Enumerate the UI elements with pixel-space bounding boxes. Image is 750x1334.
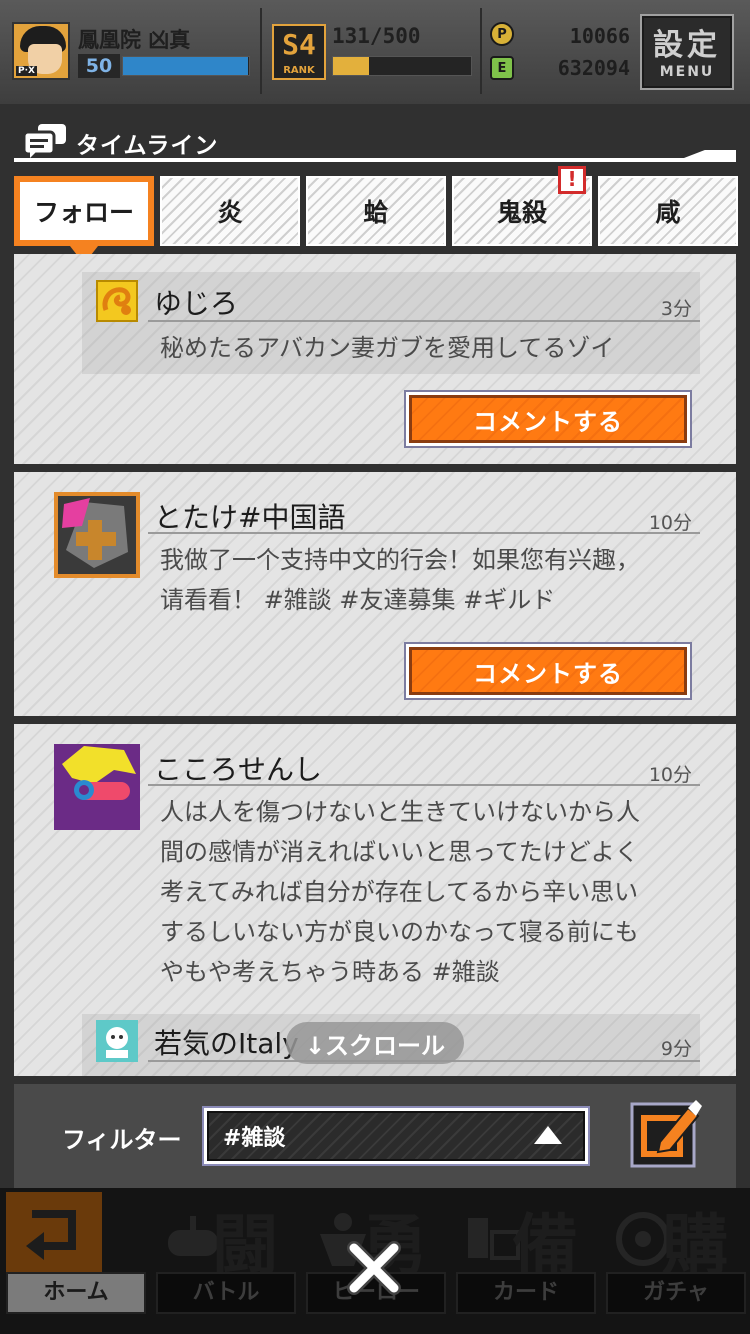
settings-sublabel: MENU xyxy=(659,64,715,80)
avatar-corner-tag: P·X xyxy=(16,66,37,76)
post-body-line: 请看看！ #雑談 #友達募集 #ギルド xyxy=(160,586,556,614)
user-avatar[interactable] xyxy=(96,280,138,322)
rank-word: RANK xyxy=(283,65,315,76)
chat-bubbles-icon xyxy=(22,124,66,158)
post-divider xyxy=(148,320,700,322)
user-avatar[interactable] xyxy=(96,1020,138,1062)
timeline-title: タイムライン xyxy=(76,133,219,159)
settings-button[interactable]: 設定 MENU xyxy=(640,14,734,90)
settings-label: 設定 xyxy=(653,28,721,63)
post-body-line: 考えてみれば自分が存在してるから辛い思い xyxy=(160,878,639,906)
p-coin-icon: P xyxy=(490,22,514,46)
e-coin-value: 632094 xyxy=(557,56,630,80)
post-body-line: するしいない方が良いのかなって寝る前にも xyxy=(160,918,639,946)
player-level: 50 xyxy=(78,54,120,78)
comment-button-label: コメントする xyxy=(409,395,687,443)
tab-flame[interactable]: 炎 xyxy=(160,176,300,246)
alert-badge: ! xyxy=(558,166,586,194)
post-time: 10分 xyxy=(648,512,692,534)
comment-button-label: コメントする xyxy=(409,647,687,695)
stamina-bar xyxy=(332,56,472,76)
close-icon[interactable] xyxy=(342,1236,406,1300)
reply-author[interactable]: 若気のItaly xyxy=(154,1022,299,1062)
post-body-line: 我做了一个支持中文的行会！如果您有兴趣， xyxy=(160,546,640,574)
tab-xian[interactable]: 咸 xyxy=(598,176,738,246)
nav-label: バトル xyxy=(156,1272,296,1314)
post-body-line: 人は人を傷つけないと生きていけないから人 xyxy=(160,798,640,826)
post-divider xyxy=(148,532,700,534)
user-avatar[interactable] xyxy=(54,492,140,578)
nav-label: カード xyxy=(456,1272,596,1314)
filter-select-box: #雑談 xyxy=(207,1111,585,1161)
divider xyxy=(260,8,262,94)
filter-label: フィルター xyxy=(62,1126,182,1154)
comment-button[interactable]: コメントする xyxy=(404,390,692,448)
post-time: 10分 xyxy=(648,764,692,786)
nav-home[interactable]: ホーム xyxy=(0,1192,150,1326)
rank-number: S4 xyxy=(282,28,316,61)
post-time: 3分 xyxy=(660,298,692,320)
stamina-text: 131/500 xyxy=(332,24,421,48)
timeline-post: とたけ#中国語 10分 我做了一个支持中文的行会！如果您有兴趣， 请看看！ #雑… xyxy=(14,472,736,716)
tab-clam[interactable]: 蛤 xyxy=(306,176,446,246)
post-author[interactable]: とたけ#中国語 xyxy=(154,496,345,536)
return-arrow-icon xyxy=(26,1210,76,1260)
player-avatar[interactable]: P·X xyxy=(12,22,70,80)
post-body: 我做了一个支持中文的行会！如果您有兴趣， 请看看！ #雑談 #友達募集 #ギルド xyxy=(160,540,720,620)
nav-battle[interactable]: 闘 バトル xyxy=(150,1192,300,1326)
timeline-post: ゆじろ 3分 秘めたるアバカン妻ガブを愛用してるゾイ コメントする xyxy=(14,254,736,464)
p-coin-value: 10066 xyxy=(569,24,630,48)
post-author[interactable]: こころせんし xyxy=(154,748,322,788)
compose-post-button[interactable] xyxy=(630,1098,702,1170)
rank-badge: S4 RANK xyxy=(272,24,326,80)
scroll-hint-button[interactable]: ↓スクロール xyxy=(286,1022,464,1064)
xp-bar-fill xyxy=(123,57,248,75)
post-body-line: やもや考えちゃう時ある #雑談 xyxy=(160,958,500,986)
reply-time: 9分 xyxy=(660,1038,692,1060)
title-underline xyxy=(14,158,736,162)
filter-select[interactable]: #雑談 xyxy=(202,1106,590,1166)
player-name: 鳳凰院 凶真 xyxy=(78,28,191,52)
nav-card[interactable]: 備 カード xyxy=(450,1192,600,1326)
filter-value: #雑談 xyxy=(223,1126,286,1151)
stamina-bar-fill xyxy=(333,57,369,75)
e-coin-icon: E xyxy=(490,56,514,80)
post-divider xyxy=(148,784,700,786)
post-author[interactable]: ゆじろ xyxy=(154,282,238,322)
tab-follow[interactable]: フォロー xyxy=(14,176,154,246)
nav-label: ガチャ xyxy=(606,1272,746,1314)
post-body-line: 間の感情が消えればいいと思ってたけどよく xyxy=(160,838,639,866)
user-avatar[interactable] xyxy=(54,744,140,830)
post-body: 人は人を傷つけないと生きていけないから人 間の感情が消えればいいと思ってたけどよ… xyxy=(160,792,720,992)
post-body: 秘めたるアバカン妻ガブを愛用してるゾイ xyxy=(160,334,615,362)
comment-button[interactable]: コメントする xyxy=(404,642,692,700)
xp-bar xyxy=(122,56,250,76)
divider xyxy=(480,8,482,94)
nav-gacha[interactable]: 購 ガチャ xyxy=(600,1192,750,1326)
nav-label: ホーム xyxy=(6,1272,146,1314)
